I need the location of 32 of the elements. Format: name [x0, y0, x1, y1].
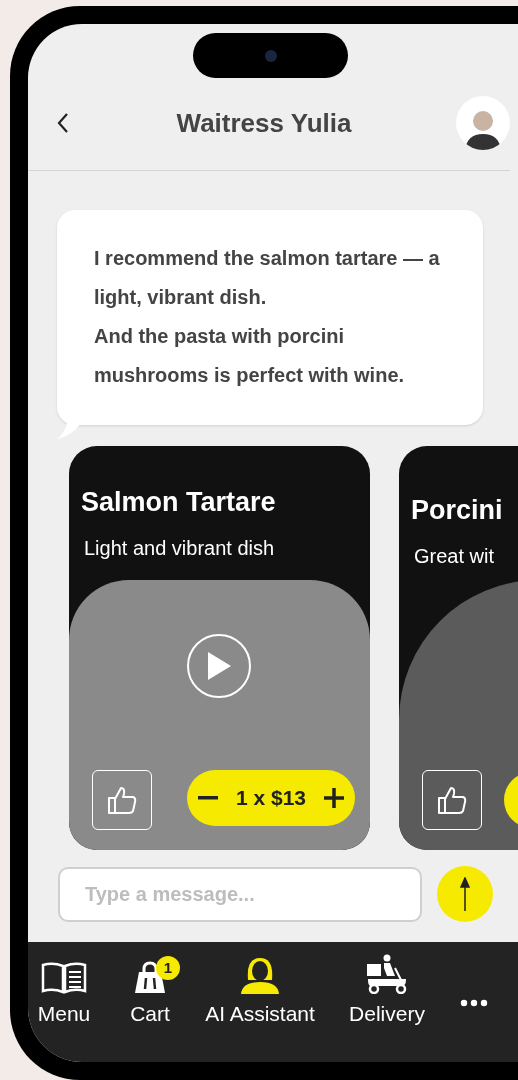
play-button[interactable] [187, 634, 251, 698]
play-icon [206, 651, 232, 681]
book-icon [41, 962, 87, 994]
plus-icon [324, 788, 344, 808]
quantity-price: 1 x $13 [235, 785, 307, 812]
like-button[interactable] [422, 770, 482, 830]
cart-badge: 1 [156, 956, 180, 980]
dish-card[interactable]: Salmon Tartare Light and vibrant dish 1 x $13 [69, 446, 370, 850]
message-text: And the pasta with porcini mushrooms is perfect with wine. [94, 324, 406, 388]
minus-icon [198, 796, 218, 800]
thumbs-up-icon [106, 784, 138, 816]
message-input[interactable]: Type a message... [58, 866, 422, 922]
increase-button[interactable] [323, 787, 345, 809]
dish-description: Great wit [414, 543, 495, 569]
back-icon [57, 112, 69, 134]
dish-description: Light and vibrant dish [84, 535, 275, 561]
arrow-up-icon [460, 877, 470, 911]
scooter-courier-icon [365, 954, 409, 994]
more-icon [460, 999, 488, 1007]
message-text: I recommend the salmon tartare — a light, vibrant dish. [94, 246, 441, 310]
thumbs-up-icon [436, 784, 468, 816]
dish-title: Porcini [411, 494, 503, 527]
dish-title: Salmon Tartare [81, 486, 276, 519]
nav-tab[interactable]: Menu [28, 954, 100, 1026]
nav-tab[interactable]: Delivery [320, 954, 454, 1026]
send-button[interactable] [437, 866, 493, 922]
page-title: Waitress Yulia [175, 106, 353, 140]
like-button[interactable] [92, 770, 152, 830]
dish-card[interactable]: Porcini Great wit [399, 446, 518, 850]
woman-icon [240, 956, 280, 994]
nav-tab[interactable]: 1 Cart [100, 954, 200, 1026]
nav-tab[interactable]: AI Assistant [200, 954, 320, 1026]
